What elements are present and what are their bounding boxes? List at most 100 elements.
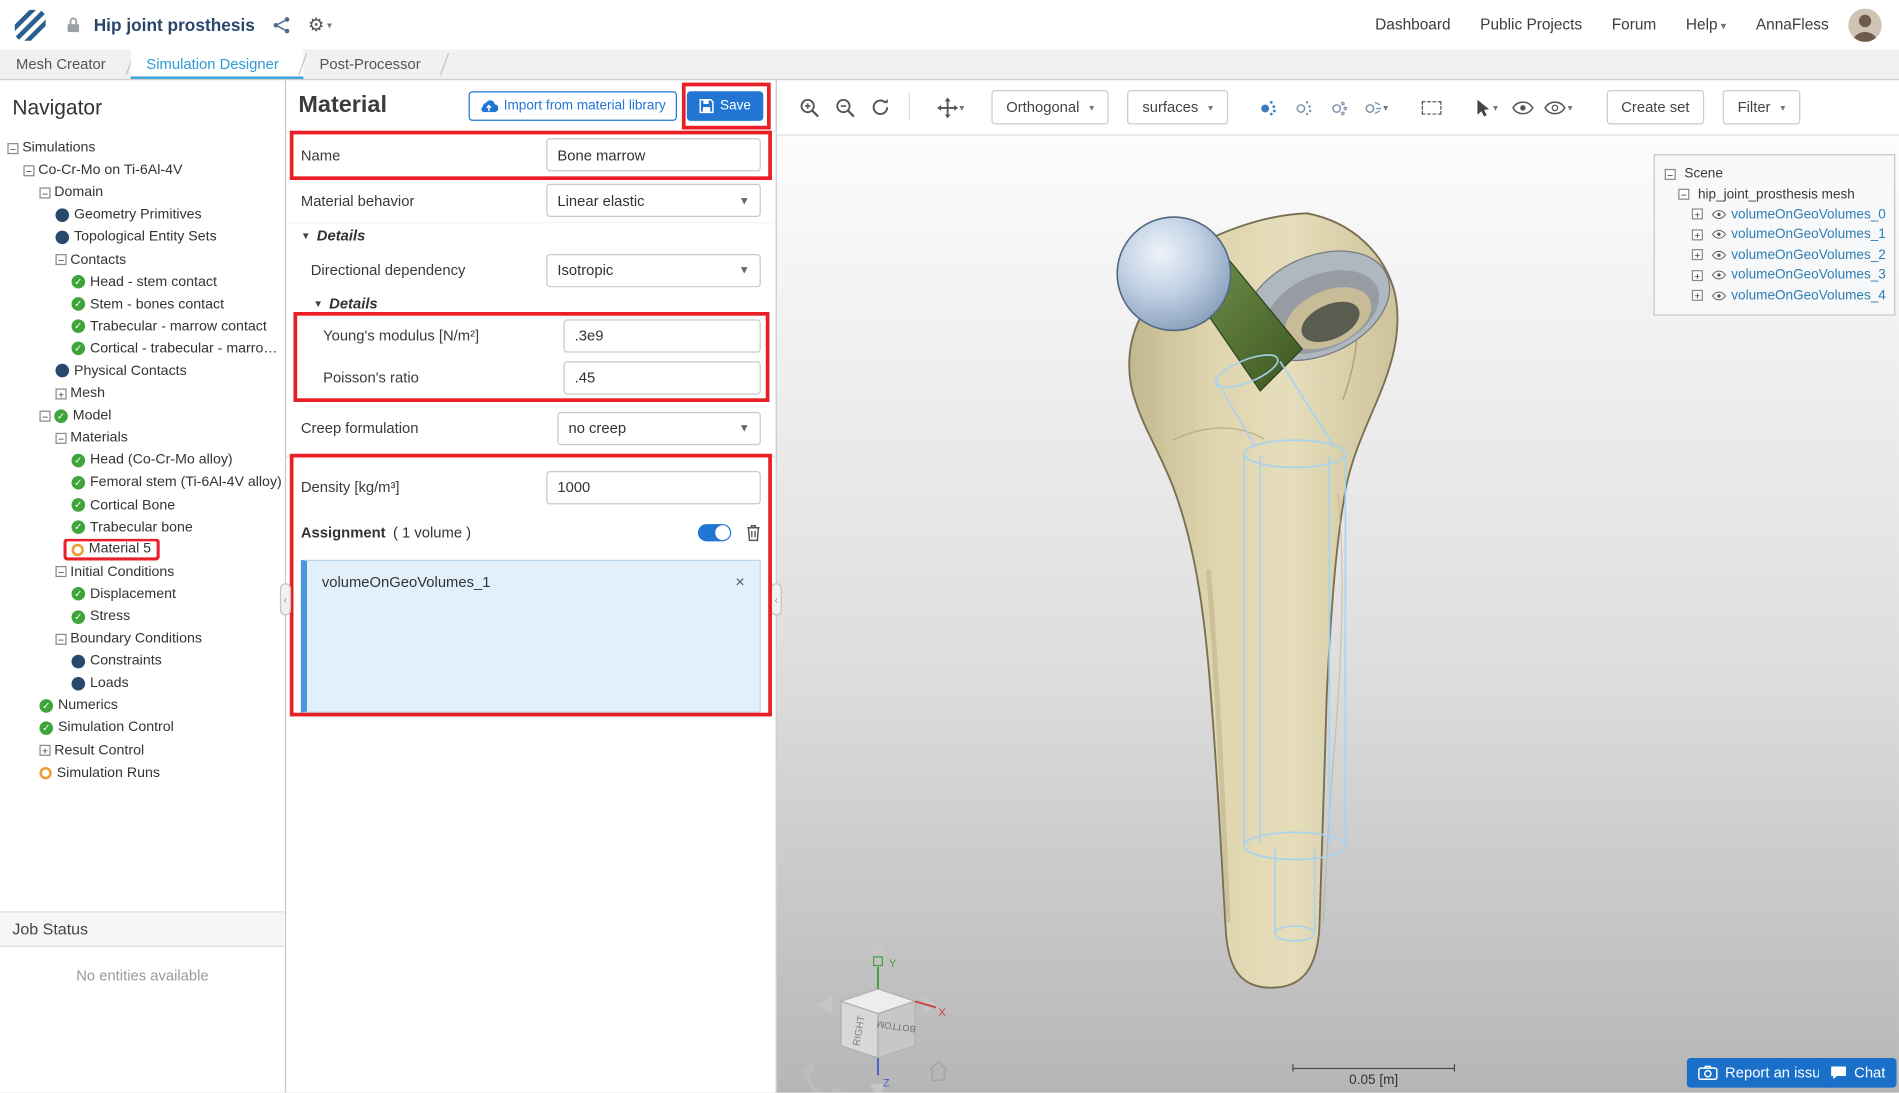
scene-volume-item[interactable]: volumeOnGeoVolumes_2 xyxy=(1665,245,1884,265)
tree-expander[interactable] xyxy=(55,433,66,444)
tree-item[interactable]: Materials xyxy=(0,427,285,449)
tree-expander[interactable] xyxy=(1692,290,1703,301)
scene-volume-label[interactable]: volumeOnGeoVolumes_2 xyxy=(1731,248,1886,263)
navigation-cube[interactable]: RIGHT BOTTOM Y X Z xyxy=(802,940,948,1093)
tree-item[interactable]: Trabecular bone xyxy=(0,516,285,538)
chat-button[interactable]: Chat xyxy=(1818,1058,1896,1088)
density-input[interactable] xyxy=(546,470,761,503)
details-subsection-toggle[interactable]: ▼ Details xyxy=(286,292,776,314)
tree-expander[interactable] xyxy=(55,254,66,265)
tree-item[interactable]: Physical Contacts xyxy=(0,360,285,382)
create-set-button[interactable]: Create set xyxy=(1606,90,1704,125)
workflow-tab[interactable]: Post-Processor xyxy=(303,49,445,79)
select-tool-icon[interactable]: ▾ xyxy=(1472,92,1502,122)
highlight-mode-icon-2[interactable] xyxy=(1290,92,1320,122)
tree-item[interactable]: Boundary Conditions xyxy=(0,628,285,650)
highlight-mode-icon-1[interactable] xyxy=(1254,92,1284,122)
directional-dependency-select[interactable]: Isotropic ▼ xyxy=(546,253,761,286)
tree-item[interactable]: Head - stem contact xyxy=(0,271,285,293)
tree-item[interactable]: Cortical Bone xyxy=(0,494,285,516)
tree-expander[interactable] xyxy=(1692,209,1703,220)
job-status-header[interactable]: Job Status xyxy=(0,911,285,947)
tree-item[interactable]: Model xyxy=(0,405,285,427)
tree-item[interactable]: Topological Entity Sets xyxy=(0,226,285,248)
details-section-toggle[interactable]: ▼ Details xyxy=(286,223,776,248)
visibility-eye-icon[interactable] xyxy=(1712,270,1727,280)
rotate-left-arrow[interactable] xyxy=(819,996,833,1013)
assignment-volume-item[interactable]: volumeOnGeoVolumes_1 × xyxy=(307,561,760,591)
name-input[interactable] xyxy=(546,138,761,171)
zoom-in-icon[interactable] xyxy=(794,92,824,122)
creep-formulation-select[interactable]: no creep ▼ xyxy=(557,411,760,444)
highlight-mode-icon-4[interactable]: ▾ xyxy=(1361,92,1391,122)
visibility-eye-icon[interactable] xyxy=(1712,250,1727,260)
scene-volume-item[interactable]: volumeOnGeoVolumes_1 xyxy=(1665,225,1884,245)
tree-expander[interactable] xyxy=(39,745,50,756)
settings-resize-handle[interactable]: ‹ xyxy=(771,583,782,615)
assignment-toggle[interactable] xyxy=(698,524,731,541)
poissons-ratio-input[interactable] xyxy=(564,361,761,394)
scene-volume-label[interactable]: volumeOnGeoVolumes_0 xyxy=(1731,207,1886,222)
tree-item[interactable]: Initial Conditions xyxy=(0,561,285,583)
tree-item[interactable]: Simulations xyxy=(0,137,285,159)
header-nav-link[interactable]: Forum xyxy=(1612,16,1657,33)
tree-item[interactable]: Displacement xyxy=(0,583,285,605)
header-nav-link[interactable]: Help xyxy=(1686,16,1726,33)
save-button[interactable]: Save xyxy=(687,91,764,121)
tree-item[interactable]: Mesh xyxy=(0,382,285,404)
visibility-eye-icon[interactable] xyxy=(1712,290,1727,300)
header-nav-link[interactable]: AnnaFless xyxy=(1756,16,1829,33)
scene-volume-label[interactable]: volumeOnGeoVolumes_3 xyxy=(1731,268,1886,283)
render-mode-button[interactable]: surfaces ▾ xyxy=(1128,90,1228,125)
projection-mode-button[interactable]: Orthogonal ▾ xyxy=(991,90,1109,125)
tree-item[interactable]: Simulation Runs xyxy=(0,762,285,784)
visibility-eye-icon[interactable] xyxy=(1712,230,1727,240)
tree-item[interactable]: Head (Co-Cr-Mo alloy) xyxy=(0,449,285,471)
tree-item[interactable]: Trabecular - marrow contact xyxy=(0,315,285,337)
scene-volume-item[interactable]: volumeOnGeoVolumes_0 xyxy=(1665,204,1884,224)
tree-expander[interactable] xyxy=(1692,270,1703,281)
tree-expander[interactable] xyxy=(1678,189,1689,200)
tree-expander[interactable] xyxy=(55,388,66,399)
filter-button[interactable]: Filter ▾ xyxy=(1723,90,1800,125)
femur-model[interactable] xyxy=(1117,213,1407,987)
tree-item[interactable]: Domain xyxy=(0,181,285,203)
material-behavior-select[interactable]: Linear elastic ▼ xyxy=(546,184,761,217)
tree-item[interactable]: Result Control xyxy=(0,739,285,761)
remove-assignment-icon[interactable]: × xyxy=(735,573,744,590)
box-select-icon[interactable] xyxy=(1417,92,1447,122)
delete-assignment-icon[interactable] xyxy=(746,524,761,541)
home-view-icon[interactable] xyxy=(930,1062,947,1080)
highlight-mode-icon-3[interactable] xyxy=(1325,92,1355,122)
tree-item[interactable]: Constraints xyxy=(0,650,285,672)
tree-expander[interactable] xyxy=(1665,169,1676,180)
tree-item[interactable]: Simulation Control xyxy=(0,717,285,739)
tree-item[interactable]: Stress xyxy=(0,605,285,627)
rotate-up-arrow[interactable] xyxy=(869,940,886,954)
header-nav-link[interactable]: Public Projects xyxy=(1480,16,1582,33)
tree-item[interactable]: Material 5 xyxy=(0,538,285,560)
navigator-resize-handle[interactable]: ‹ xyxy=(280,583,291,615)
tree-expander[interactable] xyxy=(55,566,66,577)
scene-root-item[interactable]: Scene xyxy=(1665,164,1884,184)
zoom-out-icon[interactable] xyxy=(830,92,860,122)
viewport-canvas[interactable]: RIGHT BOTTOM Y X Z xyxy=(777,136,1899,1093)
tree-item[interactable]: Stem - bones contact xyxy=(0,293,285,315)
show-hide-icon[interactable] xyxy=(1508,92,1538,122)
simscale-logo[interactable] xyxy=(15,9,46,40)
scene-mesh-item[interactable]: hip_joint_prosthesis mesh xyxy=(1665,184,1884,204)
tree-item[interactable]: Cortical - trabecular - marrow c... xyxy=(0,338,285,360)
tree-expander[interactable] xyxy=(23,165,34,176)
header-nav-link[interactable]: Dashboard xyxy=(1375,16,1450,33)
tree-expander[interactable] xyxy=(39,187,50,198)
scene-volume-item[interactable]: volumeOnGeoVolumes_4 xyxy=(1665,285,1884,305)
tree-expander[interactable] xyxy=(7,142,18,153)
tree-item[interactable]: Loads xyxy=(0,672,285,694)
workflow-tab[interactable]: Mesh Creator xyxy=(0,49,130,79)
import-material-library-button[interactable]: Import from material library xyxy=(468,91,677,121)
tree-item[interactable]: Contacts xyxy=(0,248,285,270)
tree-expander[interactable] xyxy=(39,410,50,421)
tree-expander[interactable] xyxy=(55,633,66,644)
tree-expander[interactable] xyxy=(1692,249,1703,260)
tree-expander[interactable] xyxy=(1692,229,1703,240)
